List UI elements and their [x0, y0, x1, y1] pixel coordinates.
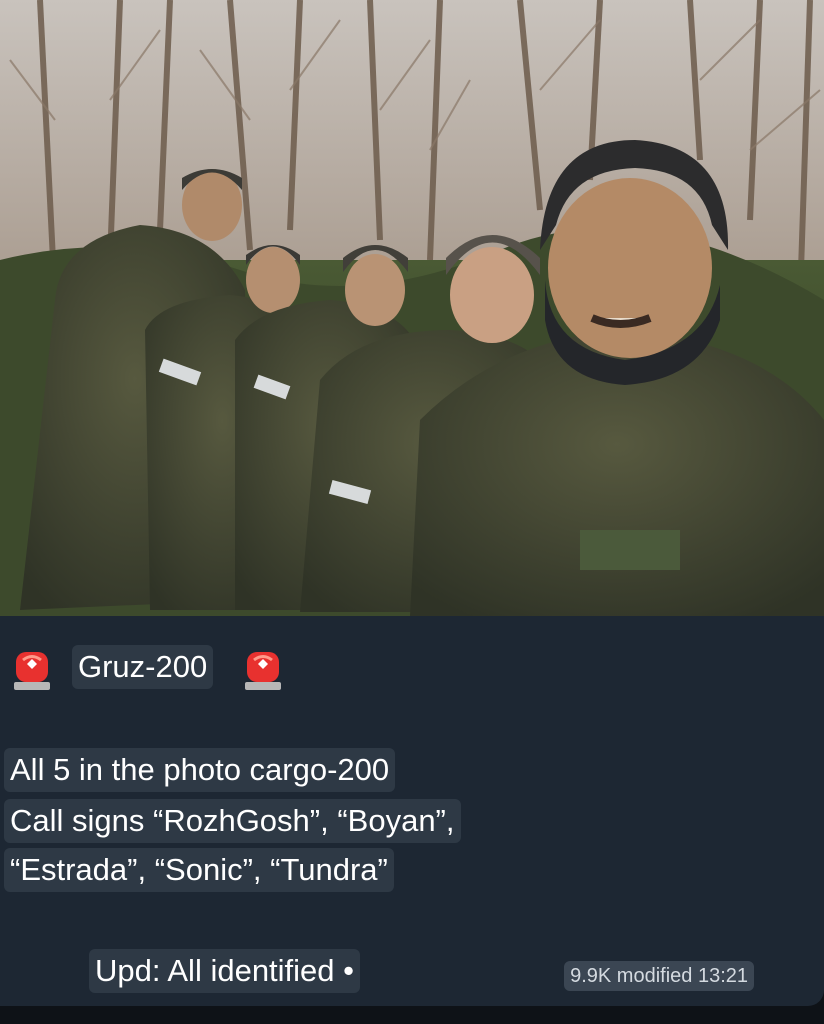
police-siren-icon	[245, 652, 281, 690]
update-line: Upd: All identified •	[89, 949, 361, 993]
caption-line-3: “Estrada”, “Sonic”, “Tundra”	[4, 848, 394, 892]
bottom-bar	[0, 1006, 824, 1024]
message-bubble: Gruz-200 All 5 in the photo cargo-200 Ca…	[0, 0, 824, 1006]
police-siren-icon	[14, 652, 50, 690]
caption-line-2: Call signs “RozhGosh”, “Boyan”,	[4, 799, 461, 843]
photo-image	[0, 0, 824, 616]
caption-line-1: All 5 in the photo cargo-200	[4, 748, 396, 792]
post-caption: Gruz-200 All 5 in the photo cargo-200 Ca…	[0, 616, 824, 1006]
view-count-timestamp: 9.9K modified 13:21	[564, 961, 754, 991]
post-header-label: Gruz-200	[72, 645, 214, 689]
post-photo[interactable]	[0, 0, 824, 616]
